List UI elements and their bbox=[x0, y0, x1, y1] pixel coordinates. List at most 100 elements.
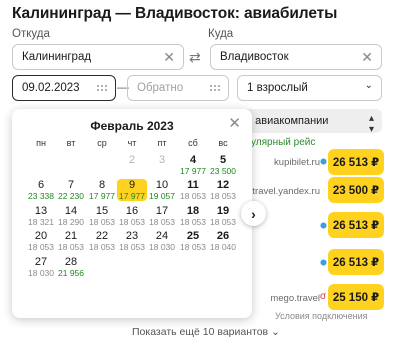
calendar-day[interactable]: 24 18 030 bbox=[147, 230, 177, 252]
close-icon[interactable]: ✕ bbox=[228, 116, 241, 131]
calendar-day[interactable]: 4 17 977 bbox=[178, 154, 208, 176]
calendar-day-number: 11 bbox=[187, 179, 199, 191]
calendar-day[interactable]: 25 18 053 bbox=[178, 230, 208, 252]
chevron-down-icon: ⌄ bbox=[364, 80, 373, 91]
passengers-value: 1 взрослый bbox=[247, 82, 308, 94]
calendar-day[interactable]: 14 18 290 bbox=[56, 205, 86, 227]
calendar-day-price: 18 053 bbox=[180, 191, 206, 201]
calendar-day[interactable]: 22 18 053 bbox=[87, 230, 117, 252]
calendar-day[interactable]: 18 18 053 bbox=[178, 205, 208, 227]
calendar-day[interactable]: 11 18 053 bbox=[178, 179, 208, 201]
result-source[interactable]: mego.travel bbox=[270, 293, 320, 304]
calendar-day-number: 28 bbox=[64, 256, 78, 268]
from-input[interactable]: Калининград ✕ bbox=[12, 44, 184, 70]
depart-date-input[interactable]: 09.02.2023 bbox=[12, 75, 116, 101]
calendar-day-price: 18 053 bbox=[180, 242, 206, 252]
calendar-day-number: 21 bbox=[64, 230, 78, 242]
calendar-day[interactable]: 23 18 053 bbox=[117, 230, 147, 252]
calendar-day-number: 19 bbox=[216, 205, 230, 217]
calendar-day-price: 18 053 bbox=[28, 242, 54, 252]
calendar-day-number: 26 bbox=[216, 230, 230, 242]
calendar-day-number: 27 bbox=[34, 256, 48, 268]
page-title: Калининград — Владивосток: авиабилеты bbox=[12, 5, 338, 22]
calendar-day[interactable]: 28 21 956 bbox=[56, 256, 86, 278]
calendar-day[interactable]: 5 23 500 bbox=[208, 154, 238, 176]
weekday-label: чт bbox=[127, 138, 137, 148]
result-source[interactable]: kupibilet.ru bbox=[274, 157, 320, 168]
price-button[interactable]: 26 513 ₽ bbox=[328, 149, 384, 175]
calendar-day-price: 18 053 bbox=[149, 217, 175, 227]
calendar-day[interactable]: 10 19 057 bbox=[147, 179, 177, 201]
calendar-day-selected[interactable]: 9 17 977 bbox=[117, 179, 147, 201]
airlines-filter-label: е авиакомпании bbox=[246, 115, 329, 127]
calendar-day-number: 9 bbox=[128, 179, 136, 191]
show-more-button[interactable]: Показать ещё 10 вариантов ⌄ bbox=[132, 326, 280, 338]
calendar-day-number: 20 bbox=[34, 230, 48, 242]
calendar-icon bbox=[210, 85, 220, 91]
calendar-day-number: 23 bbox=[125, 230, 139, 242]
calendar-day-number: 25 bbox=[186, 230, 200, 242]
calendar-day-price: 18 053 bbox=[210, 191, 236, 201]
calendar-day-number: 10 bbox=[155, 179, 169, 191]
calendar-day-price: 18 053 bbox=[89, 242, 115, 252]
calendar-day-price: 18 053 bbox=[210, 217, 236, 227]
airlines-filter[interactable]: е авиакомпании ▴ ▾ bbox=[240, 109, 382, 135]
calendar-day-number: 22 bbox=[95, 230, 109, 242]
result-row: 26 513 ₽ bbox=[240, 247, 384, 279]
calendar-day-number: 24 bbox=[155, 230, 169, 242]
calendar-icon bbox=[97, 85, 107, 91]
passengers-select[interactable]: 1 взрослый ⌄ bbox=[237, 75, 382, 101]
calendar-day-price: 23 500 bbox=[210, 166, 236, 176]
calendar-day-price: 17 977 bbox=[119, 191, 145, 201]
calendar-day[interactable]: 6 23 338 bbox=[26, 179, 56, 201]
calendar-day-price: 21 956 bbox=[58, 268, 84, 278]
calendar-day-number: 17 bbox=[155, 205, 169, 217]
calendar-day: 3 bbox=[147, 154, 177, 176]
price-button[interactable]: 25 150 ₽ bbox=[328, 284, 384, 310]
calendar-day[interactable]: 8 17 977 bbox=[87, 179, 117, 201]
return-date-input[interactable]: Обратно bbox=[127, 75, 229, 101]
calendar-day-number: 15 bbox=[95, 205, 109, 217]
from-value: Калининград bbox=[22, 51, 92, 63]
to-input[interactable]: Владивосток ✕ bbox=[210, 44, 382, 70]
calendar-day-price: 18 053 bbox=[89, 217, 115, 227]
calendar-day-number: 2 bbox=[128, 154, 136, 166]
result-source[interactable]: travel.yandex.ru bbox=[252, 186, 320, 197]
conditions-link[interactable]: Условия подключения bbox=[275, 311, 368, 321]
calendar-day[interactable]: 15 18 053 bbox=[87, 205, 117, 227]
calendar-day-number: 3 bbox=[158, 154, 166, 166]
calendar-day[interactable]: 13 18 321 bbox=[26, 205, 56, 227]
chevron-right-icon[interactable]: › bbox=[241, 201, 266, 226]
price-button[interactable]: 26 513 ₽ bbox=[328, 212, 384, 238]
to-label: Куда bbox=[208, 28, 234, 40]
weekday-label: пт bbox=[157, 138, 167, 148]
calendar-day[interactable]: 19 18 053 bbox=[208, 205, 238, 227]
calendar-day[interactable]: 16 18 053 bbox=[117, 205, 147, 227]
calendar-day[interactable]: 20 18 053 bbox=[26, 230, 56, 252]
bot-icon bbox=[320, 222, 327, 229]
calendar-day[interactable]: 17 18 053 bbox=[147, 205, 177, 227]
calendar-day-number: 12 bbox=[216, 179, 230, 191]
return-date-placeholder: Обратно bbox=[137, 82, 184, 94]
calendar-day-price: 18 290 bbox=[58, 217, 84, 227]
calendar-day: 2 bbox=[117, 154, 147, 176]
calendar-day[interactable]: 26 18 040 bbox=[208, 230, 238, 252]
calendar-day[interactable]: 27 18 030 bbox=[26, 256, 56, 278]
price-button[interactable]: 23 500 ₽ bbox=[328, 177, 384, 203]
calendar-day-price: 23 338 bbox=[28, 191, 54, 201]
swap-arrows-icon[interactable]: ⇄ bbox=[189, 49, 201, 66]
price-button[interactable]: 26 513 ₽ bbox=[328, 249, 384, 275]
result-row: travel.yandex.ru 23 500 ₽ bbox=[240, 175, 384, 207]
calendar-day-price: 18 053 bbox=[119, 217, 145, 227]
calendar-day[interactable]: 21 18 053 bbox=[56, 230, 86, 252]
close-icon[interactable]: ✕ bbox=[163, 50, 175, 64]
close-icon[interactable]: ✕ bbox=[361, 50, 373, 64]
calendar-day-number: 18 bbox=[186, 205, 200, 217]
calendar-day[interactable]: 7 22 230 bbox=[56, 179, 86, 201]
calendar-day-price: 18 053 bbox=[119, 242, 145, 252]
calendar-day[interactable]: 12 18 053 bbox=[208, 179, 238, 201]
calendar-day-number: 8 bbox=[98, 179, 106, 191]
depart-date-value: 09.02.2023 bbox=[22, 82, 80, 94]
show-more-label: Показать ещё 10 вариантов bbox=[132, 326, 269, 338]
calendar-day-price: 18 030 bbox=[149, 242, 175, 252]
